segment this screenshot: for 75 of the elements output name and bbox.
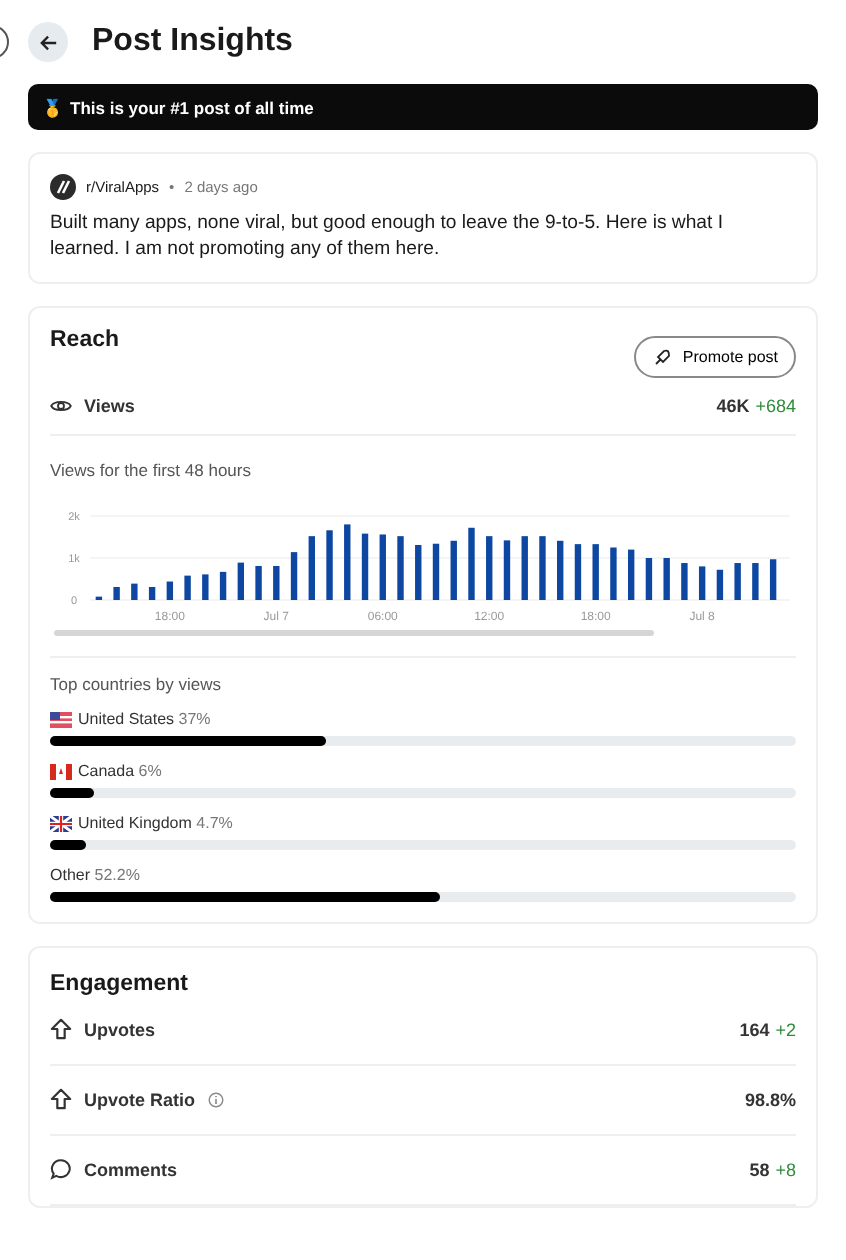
bar: [450, 540, 457, 600]
bar: [468, 527, 475, 600]
bar: [486, 536, 493, 600]
bar: [361, 533, 369, 600]
country-label: Other 52.2%: [50, 866, 140, 884]
bar: [628, 549, 635, 600]
back-arrow-icon: [39, 33, 57, 51]
stat-value: 46K: [716, 396, 750, 416]
bar: [521, 536, 528, 600]
stat-delta: +8: [775, 1159, 796, 1179]
bar: [379, 534, 386, 600]
chart-title: Views for the first 48 hours: [50, 460, 253, 480]
bar: [698, 566, 706, 600]
medal-icon: 🥇: [42, 97, 64, 117]
bar: [645, 558, 653, 600]
country-label: Canada 6%: [78, 762, 162, 780]
bar: [734, 563, 741, 600]
bar: [184, 575, 191, 600]
bar: [326, 530, 333, 600]
bar: [681, 563, 688, 600]
bar: [503, 540, 511, 600]
comment-icon: [50, 1158, 72, 1180]
country-label: United States 37%: [78, 710, 211, 728]
bar: [557, 540, 564, 600]
stat-delta: +684: [755, 396, 796, 416]
countries-title: Top countries by views: [50, 674, 224, 694]
stat-label: Upvotes: [84, 1019, 156, 1039]
stat-label: Comments: [84, 1159, 178, 1179]
stat-delta: +2: [775, 1019, 796, 1039]
section-title: Engagement: [50, 972, 191, 996]
bar: [539, 536, 546, 600]
upvote-icon: [50, 1088, 72, 1110]
bar: [397, 536, 404, 600]
bar: [308, 536, 315, 600]
bar: [273, 566, 280, 600]
country-label: United Kingdom 4.7%: [78, 814, 233, 832]
bar: [663, 558, 670, 600]
bar: [432, 543, 440, 600]
flag-icon: [50, 815, 72, 831]
bar: [574, 544, 582, 600]
bar: [752, 563, 759, 600]
info-icon[interactable]: [207, 1091, 224, 1107]
promote-button[interactable]: Promote post: [634, 336, 796, 378]
stat-value: 58: [749, 1159, 770, 1179]
upvote-icon: [50, 1018, 72, 1040]
bar: [148, 587, 156, 600]
bar: [219, 571, 227, 600]
back-button[interactable]: [28, 22, 68, 62]
banner-text: This is your #1 post of all time: [70, 97, 314, 117]
bar: [166, 581, 174, 600]
bar: [716, 569, 724, 600]
flag-icon: [50, 763, 72, 779]
bar: [131, 583, 138, 600]
bar: [344, 524, 351, 600]
stat-label: Upvote Ratio: [84, 1089, 196, 1109]
flag-icon: [50, 711, 72, 727]
bar: [113, 587, 120, 600]
community-avatar-icon: [50, 174, 76, 200]
bar: [237, 562, 244, 600]
section-title: Reach: [50, 328, 120, 352]
bar: [769, 559, 777, 600]
bar: [415, 545, 422, 600]
bar: [610, 547, 617, 600]
stat-label: Views: [84, 396, 135, 416]
bar: [290, 552, 298, 600]
bar: [202, 574, 209, 600]
stat-value: 164: [739, 1019, 770, 1039]
bar: [255, 566, 262, 600]
scrollbar[interactable]: [54, 630, 654, 636]
stat-value: 98.8%: [744, 1089, 796, 1109]
bar: [592, 544, 599, 600]
rocket-icon: [652, 347, 673, 367]
page-title: Post Insights: [92, 24, 293, 60]
post-title: Built many apps, none viral, but good enough to leave the 9-to-5. Here is what I learned. I am not promoting any of them here.: [50, 210, 726, 262]
eye-icon: [50, 398, 72, 414]
